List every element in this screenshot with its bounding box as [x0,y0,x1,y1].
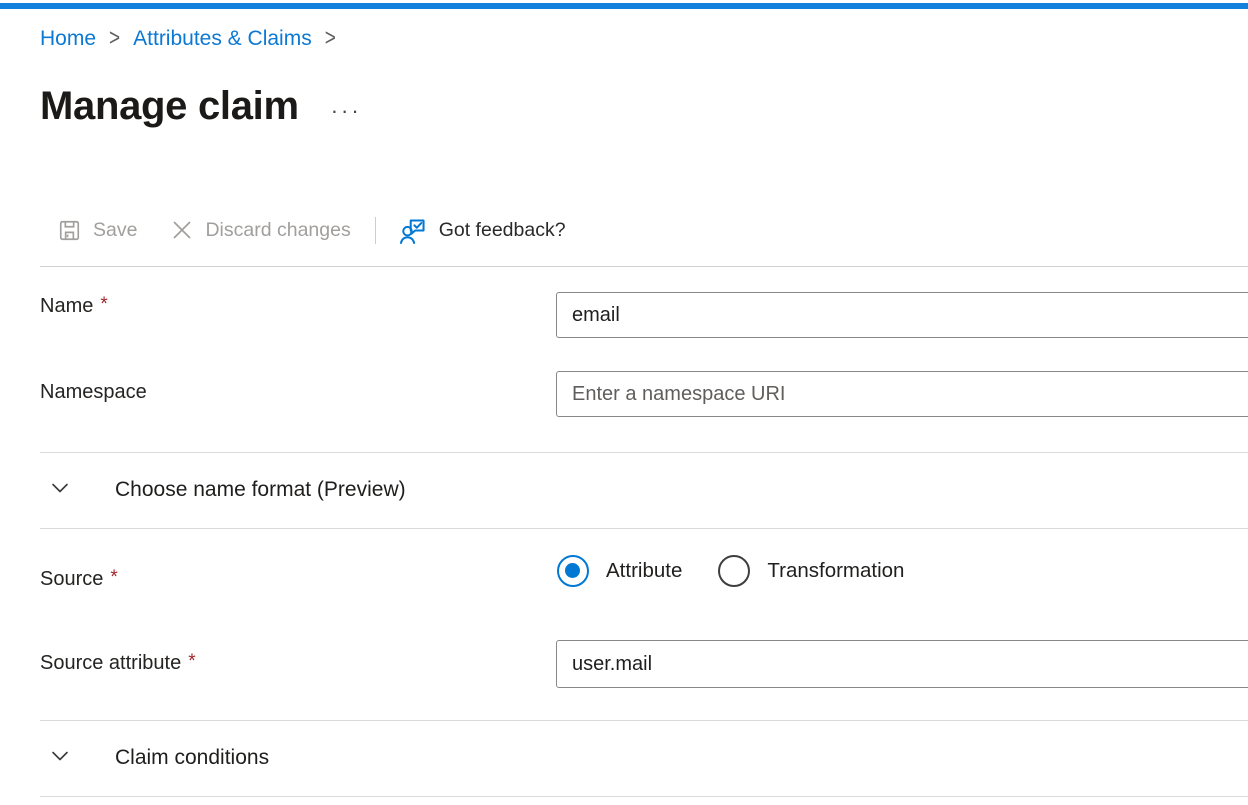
name-label-text: Name [40,295,93,317]
chevron-down-icon [50,746,70,771]
namespace-label-text: Namespace [40,381,147,403]
breadcrumb: Home > Attributes & Claims > [40,27,336,51]
toolbar-divider [375,217,376,244]
section-divider [40,720,1248,721]
source-option-attribute[interactable]: Attribute [557,555,682,587]
source-attribute-input[interactable] [556,640,1248,688]
radio-button-transformation[interactable] [718,555,750,587]
section-divider [40,796,1248,797]
breadcrumb-separator-icon: > [325,25,336,53]
got-feedback-label: Got feedback? [439,219,566,242]
choose-name-format-section-toggle[interactable]: Choose name format (Preview) [40,468,1248,512]
discard-changes-label: Discard changes [205,219,350,242]
required-asterisk: * [110,567,117,588]
attribute-radio-label: Attribute [606,559,682,583]
got-feedback-button[interactable]: Got feedback? [399,216,566,245]
section-divider [40,528,1248,529]
source-option-transformation[interactable]: Transformation [718,555,904,587]
required-asterisk: * [100,294,107,315]
name-input[interactable] [556,292,1248,338]
source-radio-group: Attribute Transformation [557,555,904,587]
section-divider [40,452,1248,453]
breadcrumb-home-link[interactable]: Home [40,27,96,51]
source-label-text: Source [40,568,103,590]
claim-conditions-section-toggle[interactable]: Claim conditions [40,736,1248,780]
save-button[interactable]: Save [57,218,137,243]
feedback-person-icon [399,216,428,245]
name-field-label: Name * [40,295,108,318]
radio-button-attribute[interactable] [557,555,589,587]
toolbar-bottom-divider [40,266,1248,267]
save-button-label: Save [93,219,137,242]
manage-claim-page: Home > Attributes & Claims > Manage clai… [0,0,1248,805]
claim-conditions-section-label: Claim conditions [115,746,269,770]
page-title: Manage claim [40,84,299,129]
title-row: Manage claim ··· [40,84,362,129]
choose-name-format-section-label: Choose name format (Preview) [115,478,406,502]
command-bar: Save Discard changes Got feedback? [57,211,566,249]
breadcrumb-attributes-claims-link[interactable]: Attributes & Claims [133,27,312,51]
chevron-down-icon [50,478,70,503]
breadcrumb-separator-icon: > [109,25,120,53]
required-asterisk: * [188,651,195,672]
close-x-icon [170,218,194,242]
source-attribute-field-label: Source attribute * [40,652,196,675]
more-options-ellipsis-button[interactable]: ··· [331,98,362,124]
discard-changes-button[interactable]: Discard changes [170,218,350,242]
namespace-field-label: Namespace [40,381,147,404]
transformation-radio-label: Transformation [767,559,904,583]
top-accent-bar [0,3,1248,9]
source-attribute-label-text: Source attribute [40,652,181,674]
save-floppy-icon [57,218,82,243]
namespace-input[interactable] [556,371,1248,417]
source-field-label: Source * [40,568,118,591]
